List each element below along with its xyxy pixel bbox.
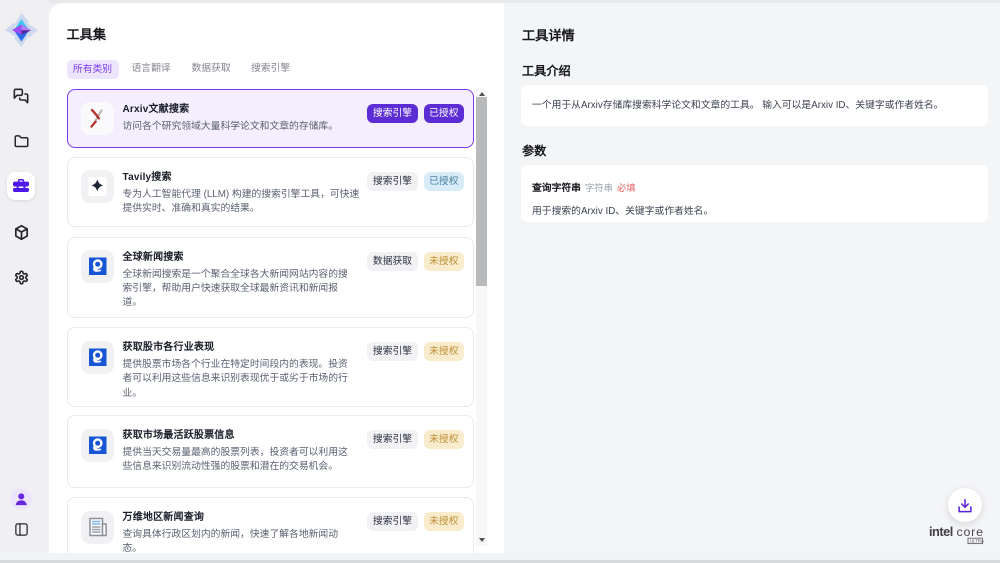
svg-text:ULTRA: ULTRA (970, 539, 984, 544)
svg-text:core: core (957, 525, 984, 539)
svg-text:intel: intel (929, 524, 953, 539)
